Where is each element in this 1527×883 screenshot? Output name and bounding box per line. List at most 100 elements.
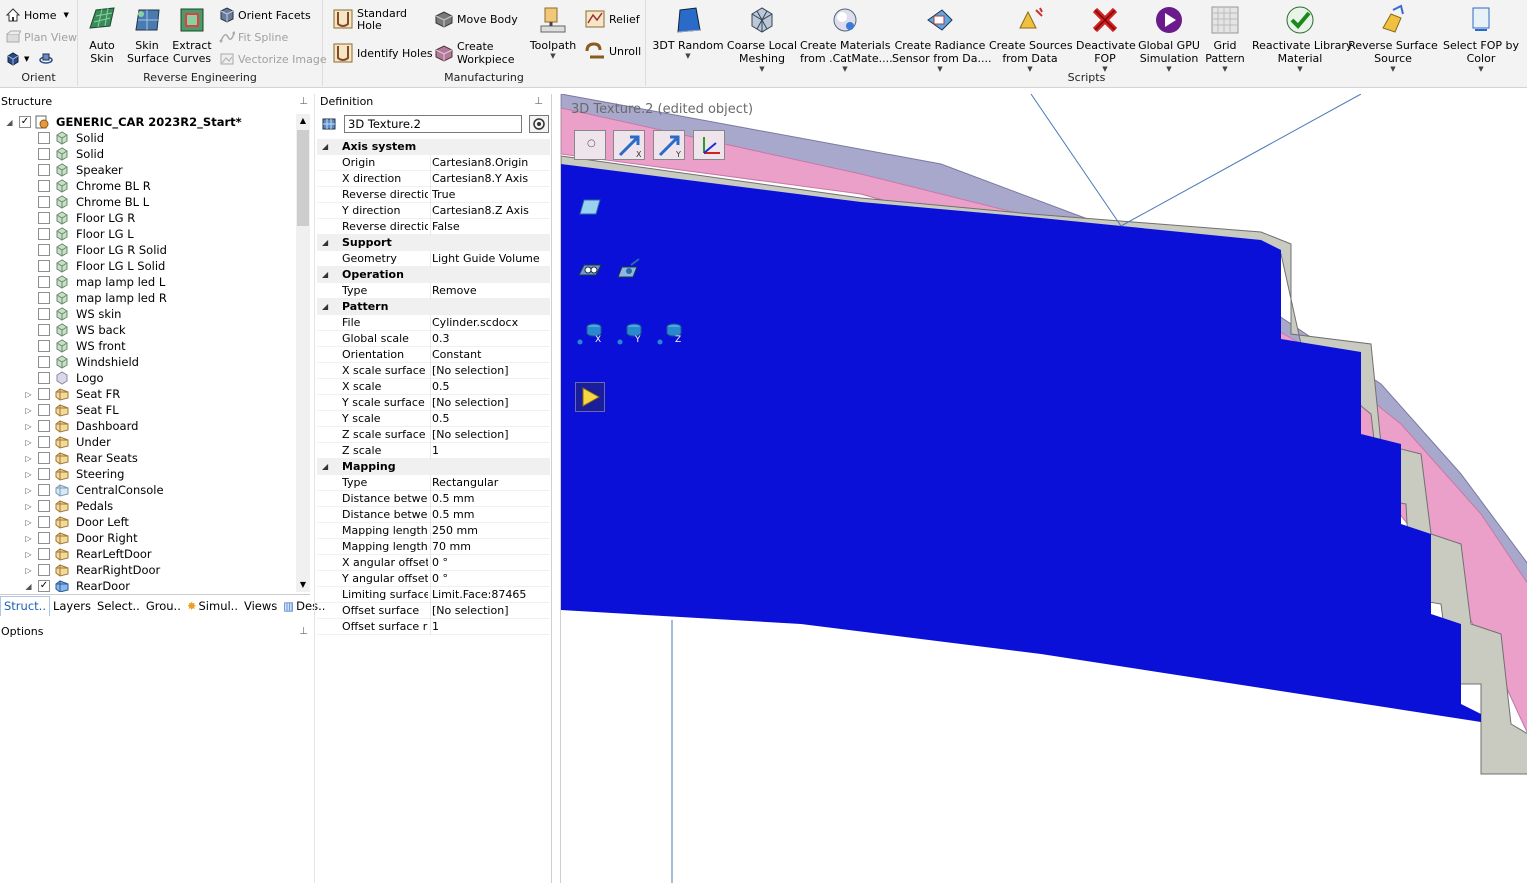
property-value[interactable]: True bbox=[430, 187, 550, 203]
collapse-icon[interactable]: ◢ bbox=[322, 459, 328, 475]
tree-item[interactable]: map lamp led R bbox=[0, 290, 296, 306]
expand-icon[interactable]: ▷ bbox=[24, 550, 33, 559]
tree-item[interactable]: ▷ Seat FR bbox=[0, 386, 296, 402]
tree-item[interactable]: ▷ Under bbox=[0, 434, 296, 450]
tree-scrollbar[interactable]: ▲ ▼ bbox=[296, 114, 310, 592]
tree-item[interactable]: Chrome BL L bbox=[0, 194, 296, 210]
visibility-checkbox[interactable] bbox=[38, 532, 50, 544]
tree-item[interactable]: Floor LG R Solid bbox=[0, 242, 296, 258]
property-category[interactable]: ◢ Mapping bbox=[317, 459, 550, 475]
property-row[interactable]: Mapping length al250 mm bbox=[317, 523, 550, 539]
visibility-checkbox[interactable] bbox=[38, 292, 50, 304]
visibility-checkbox[interactable] bbox=[38, 436, 50, 448]
scroll-thumb[interactable] bbox=[297, 130, 309, 226]
axis-system-button[interactable] bbox=[693, 130, 725, 160]
property-category[interactable]: ◢ Pattern bbox=[317, 299, 550, 315]
property-row[interactable]: Mapping length al70 mm bbox=[317, 539, 550, 555]
collapse-icon[interactable]: ◢ bbox=[322, 267, 328, 283]
property-row[interactable]: Z scale surface [No selection] bbox=[317, 427, 550, 443]
property-value[interactable]: [No selection] bbox=[430, 603, 550, 619]
relief-button[interactable]: Relief bbox=[584, 10, 640, 28]
coarse-meshing-button[interactable]: Coarse Local Meshing ▼ bbox=[726, 4, 798, 73]
property-value[interactable]: 1 bbox=[430, 619, 550, 635]
expand-icon[interactable]: ▷ bbox=[24, 390, 33, 399]
tree-item[interactable]: WS front bbox=[0, 338, 296, 354]
operation-remove-button[interactable] bbox=[576, 257, 604, 283]
scroll-up-icon[interactable]: ▲ bbox=[296, 114, 310, 128]
property-row[interactable]: Distance between0.5 mm bbox=[317, 491, 550, 507]
tree-item[interactable]: Floor LG R bbox=[0, 210, 296, 226]
property-row[interactable]: Orientation Constant bbox=[317, 347, 550, 363]
reactivate-material-button[interactable]: Reactivate Library Material ▼ bbox=[1252, 4, 1352, 73]
property-value[interactable]: [No selection] bbox=[430, 395, 550, 411]
property-value[interactable]: Light Guide Volume bbox=[430, 251, 550, 267]
3d-viewport[interactable]: 3D Texture.2 (edited object) ○ X Y X Y Z bbox=[560, 94, 1527, 883]
property-value[interactable]: False bbox=[430, 219, 550, 235]
visibility-checkbox[interactable] bbox=[38, 548, 50, 560]
expand-icon[interactable]: ▷ bbox=[24, 422, 33, 431]
property-value[interactable]: Cartesian8.Z Axis bbox=[430, 203, 550, 219]
property-row[interactable]: Limiting surface Limit.Face:87465 bbox=[317, 587, 550, 603]
property-value[interactable]: 0 ° bbox=[430, 571, 550, 587]
pin-icon[interactable]: ⊥ bbox=[299, 94, 308, 110]
plan-view-button[interactable]: Plan View bbox=[5, 28, 77, 46]
visibility-checkbox[interactable] bbox=[38, 228, 50, 240]
tree-item[interactable]: Floor LG L bbox=[0, 226, 296, 242]
property-value[interactable]: [No selection] bbox=[430, 427, 550, 443]
tree-item[interactable]: ▷ Rear Seats bbox=[0, 450, 296, 466]
visibility-checkbox[interactable] bbox=[38, 388, 50, 400]
visibility-checkbox[interactable] bbox=[38, 148, 50, 160]
visibility-checkbox[interactable]: ✓ bbox=[19, 116, 31, 128]
property-category[interactable]: ◢ Support bbox=[317, 235, 550, 251]
property-row[interactable]: Origin Cartesian8.Origin bbox=[317, 155, 550, 171]
tree-item[interactable]: Chrome BL R bbox=[0, 178, 296, 194]
origin-point-button[interactable]: ○ bbox=[574, 130, 606, 160]
property-row[interactable]: Type Remove bbox=[317, 283, 550, 299]
gpu-simulation-button[interactable]: Global GPU Simulation ▼ bbox=[1137, 4, 1201, 73]
tree-item[interactable]: Speaker bbox=[0, 162, 296, 178]
radiance-sensor-button[interactable]: Create Radiance Sensor from Da.... ▼ bbox=[892, 4, 992, 73]
visibility-checkbox[interactable] bbox=[38, 356, 50, 368]
visibility-checkbox[interactable] bbox=[38, 324, 50, 336]
tree-item[interactable]: ▷ Door Right bbox=[0, 530, 296, 546]
property-value[interactable]: 1 bbox=[430, 443, 550, 459]
visibility-checkbox[interactable] bbox=[38, 276, 50, 288]
property-value[interactable]: Cartesian8.Y Axis bbox=[430, 171, 550, 187]
extract-curves-button[interactable]: Extract Curves bbox=[172, 4, 212, 65]
visibility-checkbox[interactable] bbox=[38, 404, 50, 416]
orient-view-button[interactable]: ▼ bbox=[5, 50, 54, 68]
tree-item[interactable]: Logo bbox=[0, 370, 296, 386]
expand-icon[interactable]: ▷ bbox=[24, 486, 33, 495]
visibility-checkbox[interactable] bbox=[38, 452, 50, 464]
property-row[interactable]: Y scale surface [No selection] bbox=[317, 395, 550, 411]
visibility-checkbox[interactable] bbox=[38, 340, 50, 352]
property-value[interactable]: 0.3 bbox=[430, 331, 550, 347]
property-value[interactable]: Cartesian8.Origin bbox=[430, 155, 550, 171]
skin-surface-button[interactable]: Skin Surface bbox=[127, 4, 169, 65]
unroll-button[interactable]: Unroll bbox=[584, 42, 641, 60]
orient-facets-button[interactable]: Orient Facets bbox=[219, 6, 311, 24]
tree-item[interactable]: ▷ Pedals bbox=[0, 498, 296, 514]
collapse-icon[interactable]: ◢ bbox=[5, 118, 14, 127]
tree-item[interactable]: ▷ Steering bbox=[0, 466, 296, 482]
panel-tab[interactable]: Views bbox=[241, 596, 280, 616]
tree-item[interactable]: WS back bbox=[0, 322, 296, 338]
tree-item[interactable]: Floor LG L Solid bbox=[0, 258, 296, 274]
tree-item[interactable]: Solid bbox=[0, 130, 296, 146]
vectorize-image-button[interactable]: Vectorize Image bbox=[219, 50, 327, 68]
property-value[interactable]: 0 ° bbox=[430, 555, 550, 571]
property-value[interactable]: Cylinder.scdocx bbox=[430, 315, 550, 331]
property-value[interactable]: 70 mm bbox=[430, 539, 550, 555]
expand-icon[interactable]: ▷ bbox=[24, 566, 33, 575]
property-row[interactable]: X direction Cartesian8.Y Axis bbox=[317, 171, 550, 187]
property-row[interactable]: Y angular offset 0 ° bbox=[317, 571, 550, 587]
move-body-button[interactable]: Move Body bbox=[434, 10, 518, 28]
property-category[interactable]: ◢ Operation bbox=[317, 267, 550, 283]
property-row[interactable]: Offset surface [No selection] bbox=[317, 603, 550, 619]
visibility-checkbox[interactable] bbox=[38, 196, 50, 208]
visibility-checkbox[interactable]: ✓ bbox=[38, 580, 50, 592]
reverse-surface-button[interactable]: Reverse Surface Source ▼ bbox=[1348, 4, 1438, 73]
create-workpiece-button[interactable]: Create Workpiece bbox=[434, 40, 514, 66]
property-row[interactable]: Distance between0.5 mm bbox=[317, 507, 550, 523]
panel-tab[interactable]: Layers bbox=[50, 596, 94, 616]
